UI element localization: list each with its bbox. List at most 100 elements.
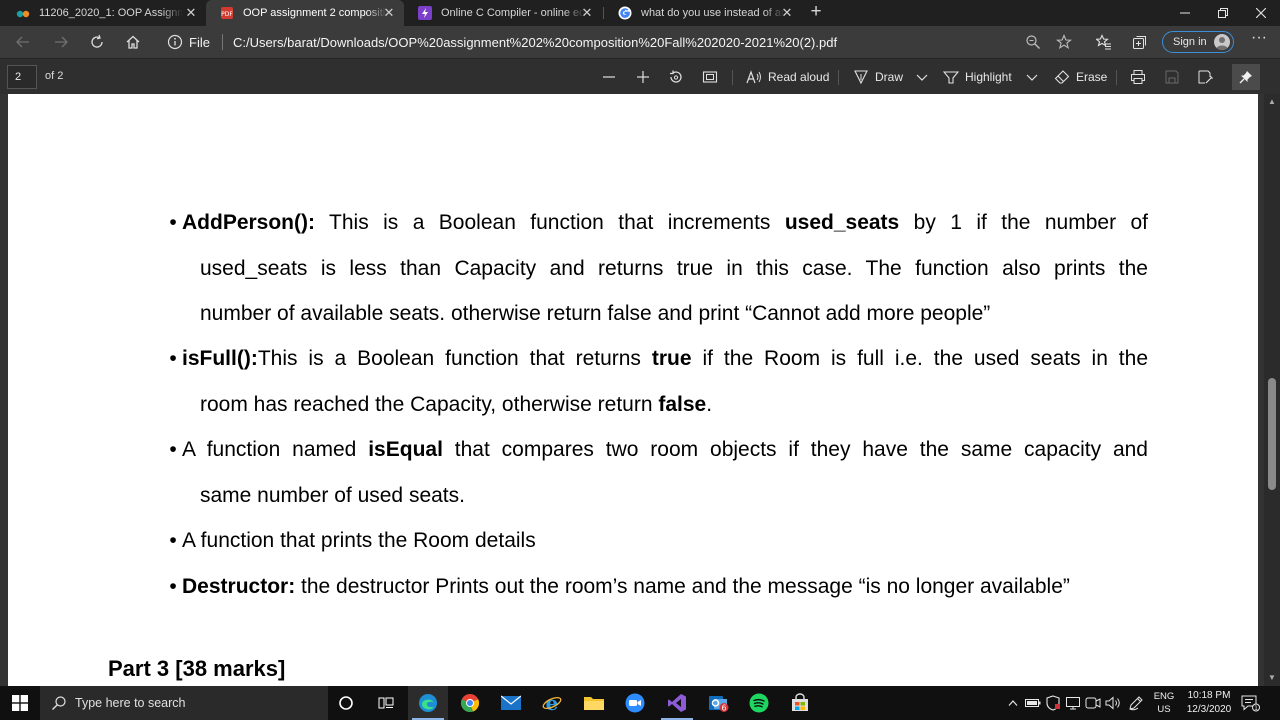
close-tab-icon[interactable]: ✕: [580, 6, 594, 20]
battery-icon[interactable]: [1024, 686, 1042, 720]
pdf-toolbar: 2 of 2 Read aloud Draw Highlight Erase: [0, 58, 1280, 94]
read-aloud-button[interactable]: Read aloud: [746, 66, 829, 88]
rotate-button[interactable]: [668, 66, 684, 88]
taskbar-search[interactable]: Type here to search: [40, 686, 328, 720]
scrollbar-thumb[interactable]: [1268, 378, 1276, 490]
language-code: ENG: [1153, 691, 1175, 702]
zoom-app-icon: [625, 693, 645, 713]
sign-in-button[interactable]: Sign in: [1162, 31, 1234, 53]
fit-page-icon: [702, 69, 718, 85]
save-as-button[interactable]: [1197, 66, 1213, 88]
item-text: room has reached the Capacity, otherwise…: [200, 392, 659, 416]
scroll-down-icon[interactable]: ▼: [1267, 674, 1277, 682]
taskbar-edge[interactable]: [408, 686, 448, 720]
minimize-button[interactable]: [1166, 0, 1204, 26]
search-icon: [51, 695, 67, 711]
save-button[interactable]: [1164, 66, 1180, 88]
tray-overflow-icon[interactable]: [1004, 686, 1022, 720]
item-text: A function that prints the Room details: [182, 529, 536, 552]
meet-now-icon[interactable]: [1084, 686, 1102, 720]
taskbar-internet-explorer[interactable]: e: [532, 686, 572, 720]
volume-icon[interactable]: [1104, 686, 1122, 720]
scroll-up-icon[interactable]: ▲: [1267, 98, 1277, 106]
favorites-icon[interactable]: [1093, 31, 1115, 53]
draw-icon: [853, 69, 869, 85]
defender-icon[interactable]: [1044, 686, 1062, 720]
taskbar-spotify[interactable]: [739, 686, 779, 720]
taskbar-mail[interactable]: [491, 686, 531, 720]
divider: [221, 34, 223, 50]
taskbar-visual-studio[interactable]: [657, 686, 697, 720]
address-bar[interactable]: File C:/Users/barat/Downloads/OOP%20assi…: [160, 29, 1086, 55]
list-item: • A function that prints the Room detail…: [164, 518, 1148, 564]
search-placeholder: Type here to search: [75, 696, 186, 710]
list-item: • A function named isEqual that compares…: [164, 427, 1148, 518]
tab-moodle[interactable]: 11206_2020_1: OOP Assignment ✕: [2, 0, 206, 26]
item-text: number of available seats. otherwise ret…: [200, 302, 991, 325]
list-item: • AddPerson(): This is a Boolean functio…: [164, 200, 1148, 337]
taskbar-zoom[interactable]: [615, 686, 655, 720]
pin-icon: [1239, 71, 1252, 84]
item-text-bold: used_seats: [784, 211, 900, 234]
back-button[interactable]: [12, 31, 34, 53]
taskbar-chrome[interactable]: [450, 686, 490, 720]
pdf-icon: PDF: [220, 6, 234, 20]
favorite-star-icon[interactable]: [1053, 31, 1075, 53]
pdf-page: • AddPerson(): This is a Boolean functio…: [8, 94, 1258, 686]
new-tab-button[interactable]: +: [806, 2, 826, 23]
input-language[interactable]: ENG US: [1150, 690, 1178, 716]
network-icon[interactable]: [1064, 686, 1082, 720]
notification-center-icon[interactable]: 1: [1240, 694, 1260, 712]
chrome-icon: [460, 694, 480, 713]
function-name: isFull():: [182, 347, 258, 370]
avatar-icon: [1214, 34, 1230, 50]
forward-button[interactable]: [50, 31, 72, 53]
close-window-button[interactable]: [1242, 0, 1280, 26]
print-button[interactable]: [1130, 66, 1146, 88]
more-menu-icon[interactable]: ···: [1248, 30, 1270, 53]
toolbar-divider: [1116, 70, 1117, 85]
close-tab-icon[interactable]: ✕: [184, 6, 198, 20]
taskbar-file-explorer[interactable]: [574, 686, 614, 720]
pin-toolbar-button[interactable]: [1232, 64, 1260, 90]
draw-button[interactable]: Draw: [853, 66, 903, 88]
scrollbar[interactable]: ▲ ▼: [1264, 94, 1280, 686]
start-button[interactable]: [0, 686, 40, 720]
close-tab-icon[interactable]: ✕: [382, 6, 396, 20]
store-icon: [792, 693, 808, 711]
item-text: same number of used seats.: [200, 483, 465, 507]
zoom-in-button[interactable]: [635, 66, 651, 88]
taskbar-outlook[interactable]: 6: [698, 686, 738, 720]
cortana-button[interactable]: [326, 686, 366, 720]
tab-title: 11206_2020_1: OOP Assignment: [39, 7, 183, 19]
clock[interactable]: 10:18 PM 12/3/2020: [1182, 689, 1236, 717]
zoom-icon[interactable]: [1022, 31, 1044, 53]
page-number-input[interactable]: 2: [7, 65, 37, 89]
item-text-bold: false: [658, 392, 707, 416]
print-icon: [1130, 69, 1146, 85]
pen-icon[interactable]: [1126, 686, 1146, 720]
tab-compiler[interactable]: Online C Compiler - online edito ✕: [404, 0, 602, 26]
draw-label: Draw: [875, 70, 904, 84]
cortana-icon: [339, 696, 353, 710]
read-aloud-icon: [746, 69, 762, 85]
highlight-button[interactable]: Highlight: [943, 66, 1012, 88]
sign-in-label: Sign in: [1173, 36, 1207, 48]
erase-button[interactable]: Erase: [1054, 66, 1107, 88]
zoom-out-button[interactable]: [601, 66, 617, 88]
task-view-button[interactable]: [366, 686, 406, 720]
tab-pdf[interactable]: PDF OOP assignment 2 composition ✕: [206, 0, 404, 26]
info-icon[interactable]: [167, 34, 183, 50]
refresh-button[interactable]: [86, 31, 108, 53]
highlight-options-dropdown[interactable]: [1024, 66, 1040, 88]
home-button[interactable]: [122, 31, 144, 53]
restore-button[interactable]: [1204, 0, 1242, 26]
tab-google[interactable]: what do you use instead of arrow ✕: [604, 0, 802, 26]
taskbar-store[interactable]: [780, 686, 820, 720]
minus-icon: [601, 69, 617, 85]
close-tab-icon[interactable]: ✕: [780, 6, 794, 20]
draw-options-dropdown[interactable]: [914, 66, 930, 88]
url-text[interactable]: C:/Users/barat/Downloads/OOP%20assignmen…: [233, 35, 837, 50]
fit-page-button[interactable]: [702, 66, 718, 88]
collections-icon[interactable]: [1129, 31, 1151, 53]
